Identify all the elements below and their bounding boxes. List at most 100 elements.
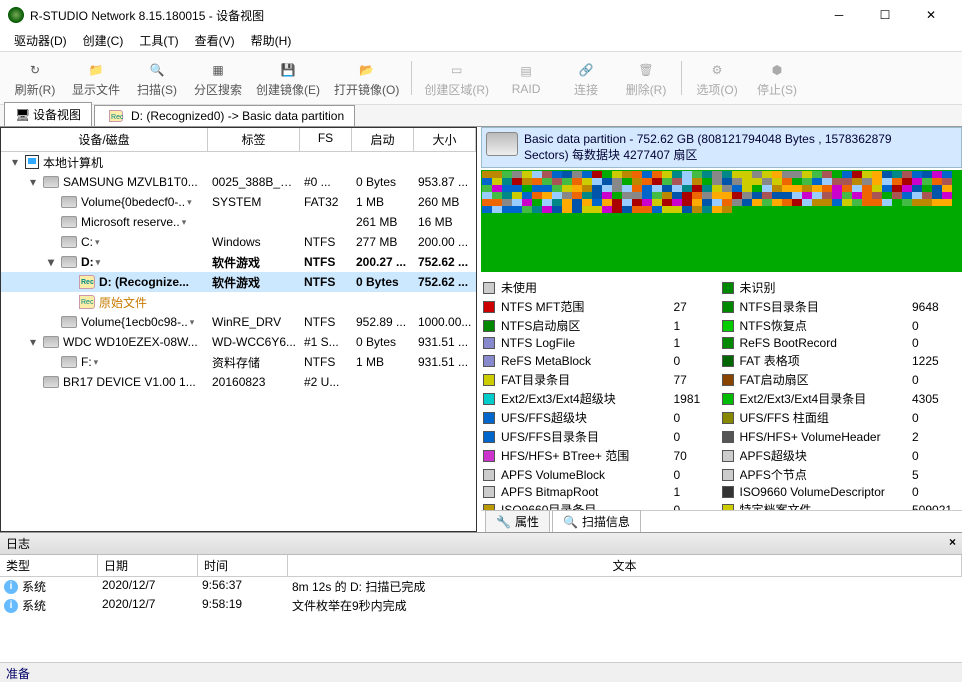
legend-item: NTFS启动扇区1 xyxy=(483,316,722,335)
toolbar-button[interactable]: 📁显示文件 xyxy=(66,56,126,100)
log-row[interactable]: i系统2020/12/79:56:378m 12s 的 D: 扫描已完成 xyxy=(0,577,962,596)
tree-row[interactable]: 原始文件 xyxy=(1,292,476,312)
legend-item: APFS BitmapRoot1 xyxy=(483,484,722,500)
header-fs[interactable]: FS xyxy=(300,128,352,151)
header-device[interactable]: 设备/磁盘 xyxy=(1,128,208,151)
legend-item: Ext2/Ext3/Ext4目录条目4305 xyxy=(722,389,961,408)
dropdown-icon[interactable]: ▾ xyxy=(94,357,99,368)
tree-row[interactable]: F:▾资料存储NTFS1 MB931.51 ... xyxy=(1,352,476,372)
legend-item: ReFS BootRecord0 xyxy=(722,335,961,351)
legend-item: APFS个节点5 xyxy=(722,465,961,484)
menu-item[interactable]: 帮助(H) xyxy=(243,30,300,51)
tree-row[interactable]: D: (Recognize...软件游戏NTFS0 Bytes752.62 ..… xyxy=(1,272,476,292)
log-close-icon[interactable]: × xyxy=(949,535,956,552)
menu-item[interactable]: 工具(T) xyxy=(131,30,186,51)
dropdown-icon[interactable]: ▾ xyxy=(187,197,192,208)
log-header-date[interactable]: 日期 xyxy=(98,555,198,576)
log-row[interactable]: i系统2020/12/79:58:19文件枚举在9秒内完成 xyxy=(0,596,962,615)
tree-row[interactable]: ▾D:▾软件游戏NTFS200.27 ...752.62 ... xyxy=(1,252,476,272)
toolbar-icon: 📂 xyxy=(356,59,378,81)
maximize-button[interactable]: ☐ xyxy=(862,0,908,30)
tree-row[interactable]: ▾WDC WD10EZEX-08W...WD-WCC6Y6...#1 S...0… xyxy=(1,332,476,352)
menu-item[interactable]: 创建(C) xyxy=(75,30,132,51)
log-titlebar: 日志 × xyxy=(0,533,962,555)
expand-caret[interactable]: ▾ xyxy=(9,155,21,169)
app-icon xyxy=(8,7,24,23)
minimize-button[interactable]: ─ xyxy=(816,0,862,30)
status-text: 准备 xyxy=(6,667,30,681)
tree-row[interactable]: C:▾WindowsNTFS277 MB200.00 ... xyxy=(1,232,476,252)
tree-row[interactable]: Volume{1ecb0c98-..▾WinRE_DRVNTFS952.89 .… xyxy=(1,312,476,332)
menubar: 驱动器(D)创建(C)工具(T)查看(V)帮助(H) xyxy=(0,30,962,52)
tab-device-view[interactable]: 🖥 设备视图 xyxy=(4,102,92,126)
header-label[interactable]: 标签 xyxy=(208,128,300,151)
log-header-text[interactable]: 文本 xyxy=(288,555,962,576)
tree-row[interactable]: BR17 DEVICE V1.00 1...20160823#2 U... xyxy=(1,372,476,392)
toolbar-icon: ▭ xyxy=(446,59,468,81)
menu-item[interactable]: 查看(V) xyxy=(187,30,243,51)
log-panel: 日志 × 类型 日期 时间 文本 i系统2020/12/79:56:378m 1… xyxy=(0,532,962,662)
toolbar-button[interactable]: 🔍扫描(S) xyxy=(128,56,186,100)
drive-icon xyxy=(61,356,77,368)
legend-item: ISO9660目录条目0 xyxy=(483,500,722,510)
legend-item: NTFS目录条目9648 xyxy=(722,297,961,316)
dropdown-icon[interactable]: ▾ xyxy=(190,317,195,328)
close-button[interactable]: ✕ xyxy=(908,0,954,30)
info-tabs: 🔧 属性 🔍 扫描信息 xyxy=(481,510,962,532)
expand-caret[interactable]: ▾ xyxy=(27,175,39,189)
toolbar-icon: 💾 xyxy=(277,59,299,81)
tab-properties[interactable]: 🔧 属性 xyxy=(485,510,550,533)
partition-info-text: Basic data partition - 752.62 GB (808121… xyxy=(524,132,892,163)
log-title: 日志 xyxy=(6,535,949,552)
toolbar-icon: 🔗 xyxy=(575,59,597,81)
expand-caret[interactable]: ▾ xyxy=(45,255,57,269)
tree-row[interactable]: ▾SAMSUNG MZVLB1T0...0025_388B_9...#0 ...… xyxy=(1,172,476,192)
log-body[interactable]: i系统2020/12/79:56:378m 12s 的 D: 扫描已完成i系统2… xyxy=(0,577,962,662)
legend-item: 特定档案文件509021 xyxy=(722,500,961,510)
dropdown-icon[interactable]: ▾ xyxy=(182,217,187,228)
toolbar-button[interactable]: ↻刷新(R) xyxy=(6,56,64,100)
tab-label: D: (Recognized0) -> Basic data partition xyxy=(131,109,344,123)
log-header-time[interactable]: 时间 xyxy=(198,555,288,576)
tab-scan-info[interactable]: 🔍 扫描信息 xyxy=(552,510,641,533)
drive-icon xyxy=(43,176,59,188)
toolbar-button[interactable]: 💾创建镜像(E) xyxy=(250,56,326,100)
legend-item: FAT目录条目77 xyxy=(483,370,722,389)
toolbar-button[interactable]: 📂打开镜像(O) xyxy=(328,56,405,100)
tree-row[interactable]: Volume{0bedecf0-..▾SYSTEMFAT321 MB260 MB xyxy=(1,192,476,212)
drive-icon xyxy=(61,216,77,228)
toolbar-icon: ↻ xyxy=(24,59,46,81)
window-title: R-STUDIO Network 8.15.180015 - 设备视图 xyxy=(30,7,816,24)
dropdown-icon[interactable]: ▾ xyxy=(96,257,101,268)
toolbar-button[interactable]: ▦分区搜索 xyxy=(188,56,248,100)
tree-row[interactable]: ▾本地计算机 xyxy=(1,152,476,172)
legend-item: ISO9660 VolumeDescriptor0 xyxy=(722,484,961,500)
toolbar-icon: 📁 xyxy=(85,59,107,81)
device-tree[interactable]: ▾本地计算机▾SAMSUNG MZVLB1T0...0025_388B_9...… xyxy=(1,152,476,531)
recognized-icon xyxy=(79,295,95,309)
tab-label: 设备视图 xyxy=(33,106,81,123)
toolbar-button: ⚙选项(O) xyxy=(688,56,746,100)
toolbar-icon: ⚙ xyxy=(706,59,728,81)
dropdown-icon[interactable]: ▾ xyxy=(95,237,100,248)
drive-icon xyxy=(61,236,77,248)
header-start[interactable]: 启动 xyxy=(352,128,414,151)
log-header: 类型 日期 时间 文本 xyxy=(0,555,962,577)
tab-recognized[interactable]: D: (Recognized0) -> Basic data partition xyxy=(94,105,355,126)
header-size[interactable]: 大小 xyxy=(414,128,476,151)
legend-item: HFS/HFS+ BTree+ 范围70 xyxy=(483,446,722,465)
legend-item: UFS/FFS目录条目0 xyxy=(483,427,722,446)
log-header-type[interactable]: 类型 xyxy=(0,555,98,576)
tree-row[interactable]: Microsoft reserve..▾261 MB16 MB xyxy=(1,212,476,232)
expand-caret[interactable]: ▾ xyxy=(27,335,39,349)
recognized-icon xyxy=(79,275,95,289)
legend-item: HFS/HFS+ VolumeHeader2 xyxy=(722,427,961,446)
statusbar: 准备 xyxy=(0,662,962,682)
scan-map[interactable] xyxy=(481,170,962,272)
computer-icon xyxy=(25,155,39,169)
toolbar-button: ▭创建区域(R) xyxy=(418,56,495,100)
menu-item[interactable]: 驱动器(D) xyxy=(6,30,75,51)
toolbar-icon: 🗑 xyxy=(635,59,657,81)
toolbar-icon: ▤ xyxy=(515,60,537,82)
scan-info-pane: Basic data partition - 752.62 GB (808121… xyxy=(477,127,962,532)
